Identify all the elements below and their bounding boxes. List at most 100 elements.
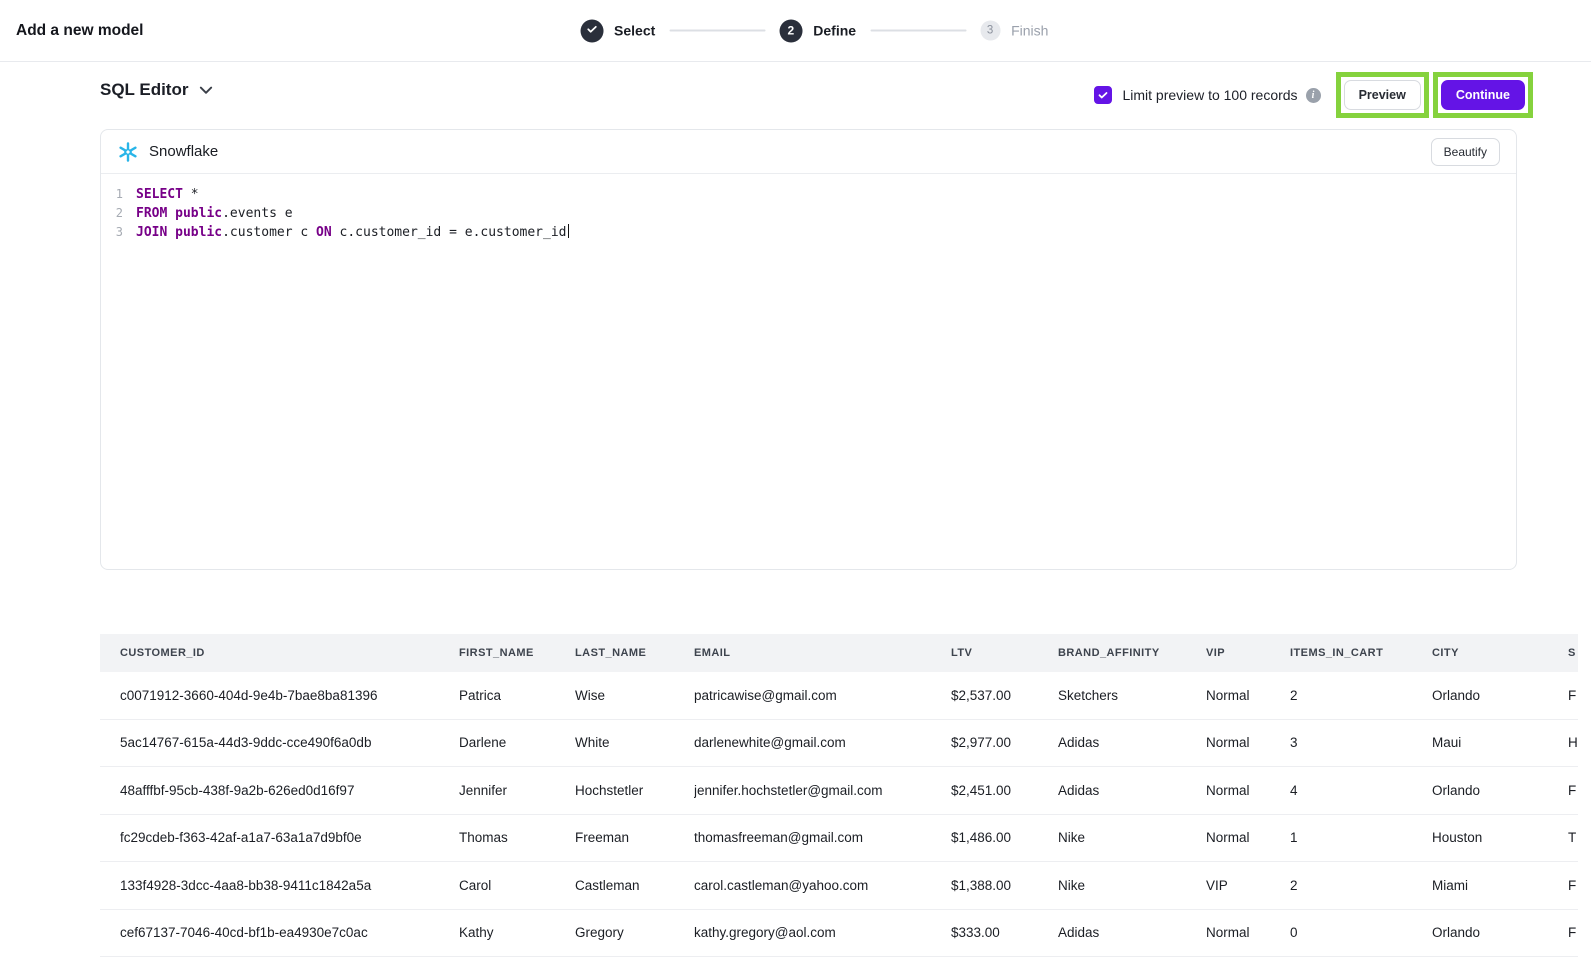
wizard-stepper: Select 2 Define 3 Finish xyxy=(580,19,1048,42)
table-cell: Hochstetler xyxy=(575,783,694,798)
code-lines: 1SELECT *2FROM public.events e3JOIN publ… xyxy=(101,185,1516,242)
table-cell: 48afffbf-95cb-438f-9a2b-626ed0d16f97 xyxy=(100,783,459,798)
table-cell: Orlando xyxy=(1432,925,1568,940)
table-cell: Normal xyxy=(1206,735,1290,750)
table-cell: Nike xyxy=(1058,830,1206,845)
column-header: LAST_NAME xyxy=(575,647,694,659)
beautify-button[interactable]: Beautify xyxy=(1431,138,1500,166)
table-cell: Wise xyxy=(575,688,694,703)
table-cell: Adidas xyxy=(1058,735,1206,750)
table-cell: 3 xyxy=(1290,735,1432,750)
step-number-circle: 2 xyxy=(779,19,802,42)
column-header: CUSTOMER_ID xyxy=(100,647,459,659)
table-cell: Maui xyxy=(1432,735,1568,750)
table-header-row: CUSTOMER_IDFIRST_NAMELAST_NAMEEMAILLTVBR… xyxy=(100,634,1578,672)
table-cell: darlenewhite@gmail.com xyxy=(694,735,951,750)
table-cell: Orlando xyxy=(1432,688,1568,703)
table-cell: F xyxy=(1568,925,1578,940)
snowflake-icon xyxy=(117,141,139,163)
step-connector xyxy=(870,30,966,32)
column-header: CITY xyxy=(1432,647,1568,659)
step-connector xyxy=(669,30,765,32)
table-cell: F xyxy=(1568,783,1578,798)
column-header: FIRST_NAME xyxy=(459,647,575,659)
table-cell: 4 xyxy=(1290,783,1432,798)
line-number: 1 xyxy=(101,185,123,204)
step-label: Define xyxy=(813,23,856,39)
column-header: S xyxy=(1568,647,1578,659)
table-cell: $1,486.00 xyxy=(951,830,1058,845)
table-row: 48afffbf-95cb-438f-9a2b-626ed0d16f97Jenn… xyxy=(100,767,1578,815)
continue-button[interactable]: Continue xyxy=(1441,80,1525,110)
code-text: FROM public.events e xyxy=(136,204,293,223)
source-name: Snowflake xyxy=(149,143,218,160)
table-cell: Patrica xyxy=(459,688,575,703)
sql-editor-card: Snowflake Beautify 1SELECT *2FROM public… xyxy=(100,129,1517,570)
table-cell: Adidas xyxy=(1058,783,1206,798)
table-cell: $1,388.00 xyxy=(951,878,1058,893)
step-number-circle: 3 xyxy=(980,21,1000,41)
table-cell: Carol xyxy=(459,878,575,893)
table-cell: Kathy xyxy=(459,925,575,940)
table-cell: Jennifer xyxy=(459,783,575,798)
code-line: 3 JOIN public.customer c ON c.customer_id… xyxy=(101,223,1516,242)
table-cell: Normal xyxy=(1206,925,1290,940)
source-connection: Snowflake xyxy=(117,141,218,163)
table-cell: White xyxy=(575,735,694,750)
table-cell: Freeman xyxy=(575,830,694,845)
continue-button-highlight: Continue xyxy=(1433,72,1533,118)
table-cell: 2 xyxy=(1290,688,1432,703)
step-label: Finish xyxy=(1011,23,1048,39)
table-row: cef67137-7046-40cd-bf1b-ea4930e7c0acKath… xyxy=(100,910,1578,958)
page-title: Add a new model xyxy=(16,22,143,40)
table-cell: F xyxy=(1568,688,1578,703)
table-cell: Orlando xyxy=(1432,783,1568,798)
preview-button-highlight: Preview xyxy=(1336,72,1429,118)
table-cell: VIP xyxy=(1206,878,1290,893)
table-body: c0071912-3660-404d-9e4b-7bae8ba81396Patr… xyxy=(100,672,1578,957)
line-number: 2 xyxy=(101,204,123,223)
table-cell: fc29cdeb-f363-42af-a1a7-63a1a7d9bf0e xyxy=(100,830,459,845)
preview-table: CUSTOMER_IDFIRST_NAMELAST_NAMEEMAILLTVBR… xyxy=(100,634,1578,957)
table-cell: $2,977.00 xyxy=(951,735,1058,750)
column-header: EMAIL xyxy=(694,647,951,659)
sql-code-editor[interactable]: 1SELECT *2FROM public.events e3JOIN publ… xyxy=(101,174,1516,568)
check-icon xyxy=(585,23,598,39)
editor-header: Snowflake Beautify xyxy=(101,130,1516,174)
check-icon xyxy=(1097,89,1109,101)
table-cell: 1 xyxy=(1290,830,1432,845)
table-cell: Nike xyxy=(1058,878,1206,893)
table-cell: kathy.gregory@aol.com xyxy=(694,925,951,940)
top-bar: Add a new model Select 2 Define 3 Finish xyxy=(0,0,1591,62)
code-text: JOIN public.customer c ON c.customer_id … xyxy=(136,223,569,242)
column-header: ITEMS_IN_CART xyxy=(1290,647,1432,659)
table-cell: 0 xyxy=(1290,925,1432,940)
table-cell: Miami xyxy=(1432,878,1568,893)
table-cell: $333.00 xyxy=(951,925,1058,940)
line-number: 3 xyxy=(101,223,123,242)
table-row: c0071912-3660-404d-9e4b-7bae8ba81396Patr… xyxy=(100,672,1578,720)
column-header: LTV xyxy=(951,647,1058,659)
preview-button[interactable]: Preview xyxy=(1344,80,1421,110)
table-cell: F xyxy=(1568,878,1578,893)
info-icon[interactable]: i xyxy=(1306,88,1321,103)
editor-mode-dropdown[interactable]: SQL Editor xyxy=(100,80,213,100)
chevron-down-icon xyxy=(199,86,213,95)
table-cell: Thomas xyxy=(459,830,575,845)
step-complete-circle xyxy=(580,19,603,42)
table-row: 133f4928-3dcc-4aa8-bb38-9411c1842a5aCaro… xyxy=(100,862,1578,910)
table-cell: Gregory xyxy=(575,925,694,940)
table-cell: $2,451.00 xyxy=(951,783,1058,798)
limit-checkbox[interactable] xyxy=(1094,86,1112,104)
table-cell: carol.castleman@yahoo.com xyxy=(694,878,951,893)
code-line: 2 FROM public.events e xyxy=(101,204,1516,223)
table-cell: c0071912-3660-404d-9e4b-7bae8ba81396 xyxy=(100,688,459,703)
table-cell: T xyxy=(1568,830,1578,845)
table-cell: cef67137-7046-40cd-bf1b-ea4930e7c0ac xyxy=(100,925,459,940)
limit-checkbox-label: Limit preview to 100 records xyxy=(1122,87,1297,103)
step-select[interactable]: Select xyxy=(580,19,655,42)
table-cell: Houston xyxy=(1432,830,1568,845)
step-finish: 3 Finish xyxy=(980,21,1048,41)
table-cell: Normal xyxy=(1206,830,1290,845)
step-define[interactable]: 2 Define xyxy=(779,19,856,42)
